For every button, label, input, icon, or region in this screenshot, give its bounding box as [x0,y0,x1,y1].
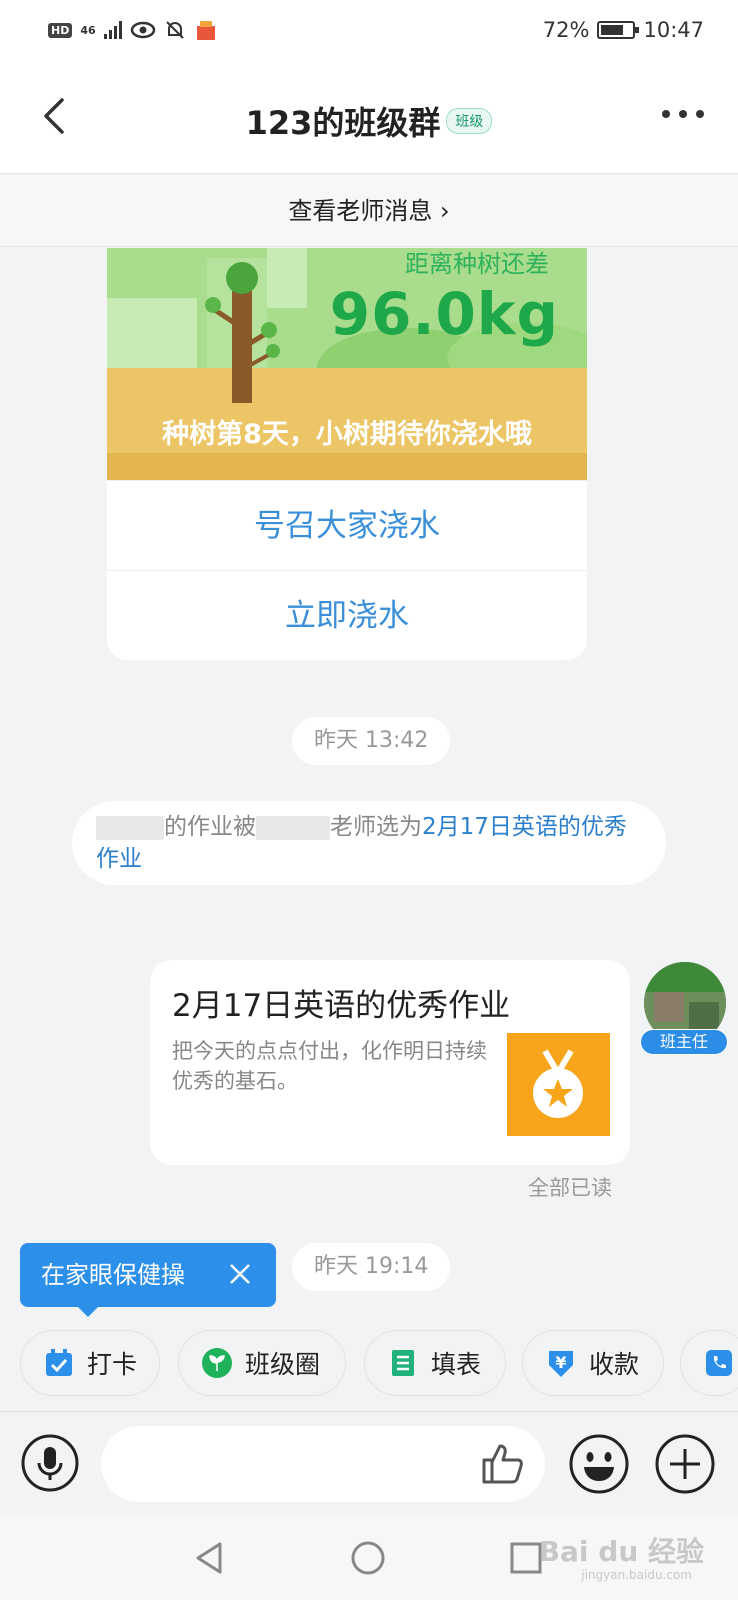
network-type: 46 [80,23,96,37]
plus-icon[interactable] [654,1433,716,1495]
read-status[interactable]: 全部已读 [528,1172,612,1202]
page-title: 123的班级群 [245,104,441,142]
homework-description: 把今天的点点付出，化作明日持续优秀的基石。 [172,1039,487,1093]
eye-icon [130,21,155,39]
nav-back-icon[interactable] [190,1538,230,1578]
status-right: 72% 10:47 [543,18,704,42]
calendar-check-icon [46,1349,72,1376]
redacted-teacher-name [256,815,330,840]
watermark-logo: Bai du 经验 [538,1535,704,1568]
tool-label: 打卡 [87,1350,138,1379]
title-group: 123的班级群 班级 [0,98,738,144]
status-left: HD 46 [48,18,218,42]
tool-collect-money-button[interactable]: ¥ 收款 [522,1330,664,1396]
message-input-bar [0,1411,738,1515]
timestamp: 昨天 13:42 [292,717,451,765]
yuan-shield-icon: ¥ [549,1351,573,1377]
redacted-name [96,815,164,840]
emoji-icon[interactable] [568,1433,630,1495]
tree-planting-card: 距离种树还差 96.0kg 种树第8天，小树期待你浇水哦 号召大家浇水 立即浇水 [107,248,587,660]
tool-phone-button[interactable] [680,1330,738,1396]
thumbs-up-icon[interactable] [478,1440,526,1488]
view-teacher-messages-button[interactable]: 查看老师消息 › [0,175,738,247]
hd-badge: HD [48,22,73,38]
tool-label: 填表 [431,1350,482,1379]
tool-check-in-button[interactable]: 打卡 [20,1330,160,1396]
status-bar: HD 46 72% 10:47 [0,0,738,62]
battery-icon [597,21,640,39]
tool-class-circle-button[interactable]: 班级圈 [178,1330,346,1396]
tree-remain-amount: 96.0kg [329,280,559,348]
medal-icon [507,1033,610,1136]
notice-text-1: 的作业被 [164,814,256,840]
water-now-button[interactable]: 立即浇水 [107,570,587,660]
system-nav-bar: Bai du 经验 jingyan.baidu.com [0,1516,738,1600]
microphone-icon[interactable] [20,1433,80,1493]
sender-role-badge: 班主任 [640,1029,728,1055]
signal-icon [103,21,122,39]
mute-bell-icon [165,21,184,39]
homework-selected-notice: 的作业被 老师选为2月17日英语的优秀作业 [72,801,666,885]
call-everyone-water-button[interactable]: 号召大家浇水 [107,480,587,570]
homework-title: 2月17日英语的优秀作业 [172,988,511,1024]
tool-label: 班级圈 [245,1350,321,1379]
quick-tools-bar: 打卡 班级圈 填表 ¥ 收款 [0,1330,738,1400]
app-notification-icon [196,21,215,40]
excellent-homework-card[interactable]: 2月17日英语的优秀作业 把今天的点点付出，化作明日持续优秀的基石。 [150,960,630,1165]
clock: 10:47 [643,18,704,42]
form-icon [392,1350,414,1376]
sprout-icon [202,1348,232,1378]
svg-text:¥: ¥ [555,1353,566,1372]
tree-illustration: 距离种树还差 96.0kg 种树第8天，小树期待你浇水哦 [107,248,587,480]
tool-fill-form-button[interactable]: 填表 [364,1330,506,1396]
class-badge: 班级 [446,108,493,134]
nav-home-icon[interactable] [348,1538,388,1578]
close-icon[interactable] [228,1262,252,1286]
tooltip-text: 在家眼保健操 [41,1261,185,1289]
notice-text-2: 老师选为 [330,814,422,840]
more-icon[interactable] [662,110,704,118]
tree-day-text: 种树第8天，小树期待你浇水哦 [162,419,532,450]
tool-label: 收款 [589,1350,640,1379]
eye-exercise-tooltip[interactable]: 在家眼保健操 [20,1243,276,1317]
timestamp: 昨天 19:14 [292,1243,451,1291]
chat-header: 123的班级群 班级 [0,62,738,174]
tree-remain-label: 距离种树还差 [405,250,549,278]
phone-icon [706,1350,732,1376]
battery-percent: 72% [542,18,590,42]
watermark-url: jingyan.baidu.com [581,1568,692,1582]
